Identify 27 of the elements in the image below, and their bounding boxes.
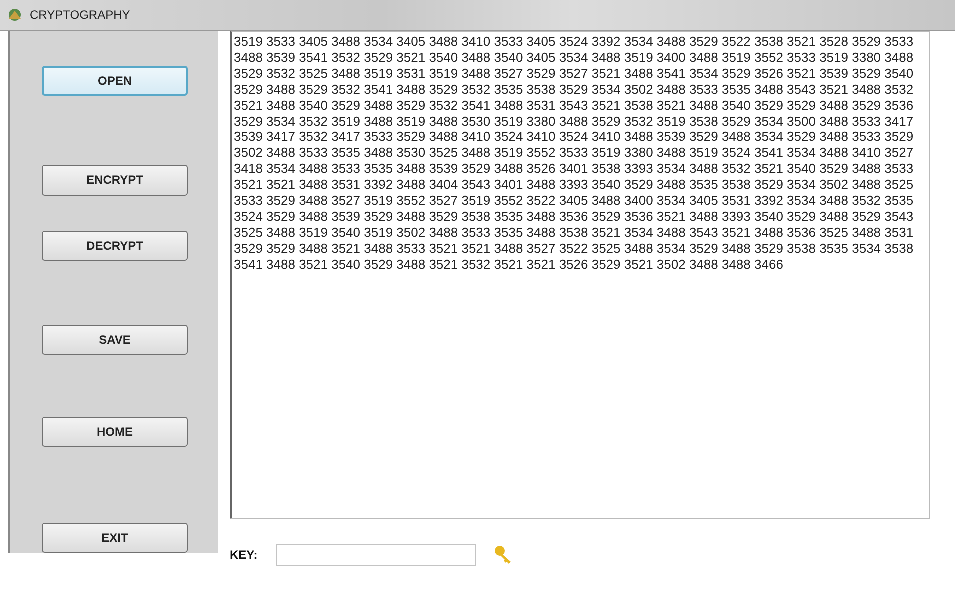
output-line: 3521 3488 3540 3529 3488 3529 3532 3541 3488 3531 3543 3521 3538 3521 3488 3540 3529 3529 3488 3529 3536 [234, 98, 915, 114]
output-line: 3488 3539 3541 3532 3529 3521 3540 3488 3540 3405 3534 3488 3519 3400 3488 3519 3552 3533 3519 3380 3488 [234, 50, 915, 66]
output-line: 3525 3488 3519 3540 3519 3502 3488 3533 3535 3488 3538 3521 3534 3488 3543 3521 3488 3536 3525 3488 3531 [234, 224, 915, 241]
action-button[interactable]: SAVE [42, 324, 188, 355]
action-button[interactable]: ENCRYPT [42, 165, 188, 196]
output-line: 3502 3488 3533 3535 3488 3530 3525 3488 3519 3552 3533 3519 3380 3488 3519 3524 3541 3534 3488 3410 3527 [234, 145, 915, 162]
output-line: 3418 3534 3488 3533 3535 3488 3539 3529 3488 3526 3401 3538 3393 3534 3488 3532 3521 3540 3529 3488 3533 [234, 161, 915, 178]
window-title: CRYPTOGRAPHY [30, 8, 130, 22]
output-line: 3521 3521 3488 3531 3392 3488 3404 3543 3401 3488 3393 3540 3529 3488 3535 3538 3529 3534 3502 3488 3525 [234, 177, 915, 194]
output-line: 3529 3529 3488 3521 3488 3533 3521 3521 3488 3527 3522 3525 3488 3534 3529 3488 3529 3538 3535 3534 3538 [234, 240, 915, 257]
key-icon[interactable] [494, 545, 514, 565]
action-button[interactable]: HOME [42, 416, 188, 447]
action-button[interactable]: DECRYPT [42, 230, 188, 261]
output-line: 3529 3534 3532 3519 3488 3519 3488 3530 3519 3380 3488 3529 3532 3519 3538 3529 3534 3500 3488 3533 3417 [234, 114, 915, 130]
action-button[interactable]: EXIT [42, 522, 188, 553]
output-line: 3519 3533 3405 3488 3534 3405 3488 3410 3533 3405 3524 3392 3534 3488 3529 3522 3538 3521 3528 3529 3533 [234, 34, 915, 50]
key-input[interactable] [276, 544, 476, 566]
key-label: KEY: [230, 548, 259, 562]
app-icon [6, 7, 24, 23]
output-line: 3529 3532 3525 3488 3519 3531 3519 3488 3527 3529 3527 3521 3488 3541 3534 3529 3526 3521 3539 3529 3540 [234, 66, 915, 82]
output-line: 3541 3488 3521 3540 3529 3488 3521 3532 3521 3521 3526 3529 3521 3502 3488 3488 3466 [234, 256, 784, 273]
output-line: 3539 3417 3532 3417 3533 3529 3488 3410 3524 3410 3524 3410 3488 3539 3529 3488 3534 3529 3488 3533 3529 [234, 129, 915, 146]
output-line: 3524 3529 3488 3539 3529 3488 3529 3538 3535 3488 3536 3529 3536 3521 3488 3393 3540 3529 3488 3529 3543 [234, 208, 915, 225]
output-line: 3533 3529 3488 3527 3519 3552 3527 3519 3552 3522 3405 3488 3400 3534 3405 3531 3392 3534 3488 3532 3535 [234, 193, 915, 209]
action-button[interactable]: OPEN [42, 66, 188, 96]
output-line: 3529 3488 3529 3532 3541 3488 3529 3532 3535 3538 3529 3534 3502 3488 3533 3535 3488 3543 3521 3488 3532 [234, 82, 915, 98]
output-text-area[interactable] [230, 31, 930, 519]
